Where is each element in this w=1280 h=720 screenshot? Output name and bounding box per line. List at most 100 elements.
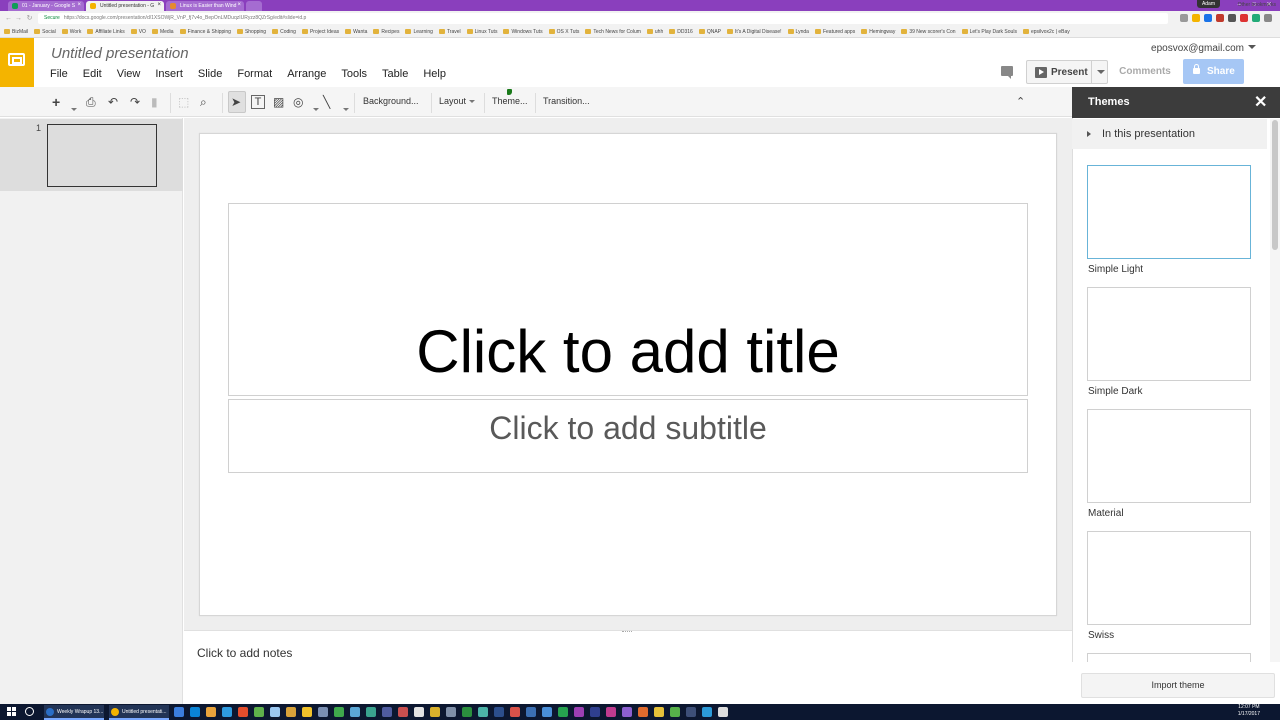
pinned-app-icon[interactable] <box>334 707 344 717</box>
background-button[interactable]: Background... <box>363 96 419 106</box>
in-this-presentation-label[interactable]: In this presentation <box>1102 128 1195 140</box>
zoom-icon[interactable]: ⌕ <box>200 94 207 110</box>
menu-table[interactable]: Table <box>382 67 416 81</box>
title-placeholder[interactable]: Click to add title <box>228 203 1028 396</box>
pinned-app-icon[interactable] <box>366 707 376 717</box>
slide-thumbnail[interactable] <box>47 124 157 187</box>
bookmark-item[interactable]: Work <box>61 29 81 35</box>
pinned-app-icon[interactable] <box>414 707 424 717</box>
bookmark-item[interactable]: Tech News for Colum <box>585 29 641 35</box>
theme-name[interactable]: Simple Light <box>1088 264 1143 275</box>
bookmark-item[interactable]: Linux Tuts <box>466 29 497 35</box>
windows-start-icon[interactable] <box>7 707 16 716</box>
shape-chevron-icon[interactable] <box>310 101 319 117</box>
pinned-app-icon[interactable] <box>206 707 216 717</box>
pinned-app-icon[interactable] <box>478 707 488 717</box>
comments-button[interactable]: Comments <box>1113 60 1177 84</box>
bookmark-item[interactable]: It's A Digital Disease! <box>726 29 782 35</box>
theme-card-swiss[interactable] <box>1087 531 1251 625</box>
pinned-app-icon[interactable] <box>590 707 600 717</box>
collapse-toolbar-icon[interactable]: ⌃ <box>1016 94 1025 110</box>
forward-icon[interactable]: → <box>14 14 23 23</box>
bookmark-item[interactable]: epsilvox2c | eBay <box>1022 29 1070 35</box>
extension-icon[interactable] <box>1204 14 1212 22</box>
menu-icon[interactable] <box>1264 14 1272 22</box>
bookmark-item[interactable]: Project Ideas <box>301 29 339 35</box>
search-icon[interactable] <box>25 707 34 716</box>
close-tab-icon[interactable]: × <box>77 2 81 8</box>
bookmark-item[interactable]: Learning <box>405 29 433 35</box>
new-slide-icon[interactable]: + <box>52 94 60 110</box>
pinned-app-icon[interactable] <box>526 707 536 717</box>
image-icon[interactable]: ▨ <box>273 94 284 110</box>
theme-card-simple-dark[interactable] <box>1087 287 1251 381</box>
print-icon[interactable]: ⎙ <box>86 94 96 110</box>
pinned-app-icon[interactable] <box>254 707 264 717</box>
pinned-app-icon[interactable] <box>174 707 184 717</box>
menu-edit[interactable]: Edit <box>83 67 110 81</box>
bookmark-item[interactable]: Hemingway <box>861 29 895 35</box>
line-chevron-icon[interactable] <box>340 101 349 117</box>
theme-card-simple-light[interactable] <box>1087 165 1251 259</box>
theme-name[interactable]: Simple Dark <box>1088 386 1142 397</box>
star-icon[interactable] <box>1192 14 1200 22</box>
bookmark-item[interactable]: Wanta <box>345 29 367 35</box>
other-bookmarks[interactable]: Other bookmarks <box>1238 2 1276 8</box>
transition-button[interactable]: Transition... <box>543 96 590 106</box>
pinned-app-icon[interactable] <box>558 707 568 717</box>
bookmark-item[interactable]: Social <box>34 29 56 35</box>
reload-icon[interactable]: ↻ <box>25 14 34 23</box>
close-tab-icon[interactable]: × <box>237 2 241 8</box>
extension-icon[interactable] <box>1252 14 1260 22</box>
shape-icon[interactable]: ◎ <box>293 94 303 110</box>
pinned-app-icon[interactable] <box>302 707 312 717</box>
new-slide-chevron-icon[interactable] <box>68 101 77 117</box>
bookmark-item[interactable]: Windows Tuts <box>503 29 543 35</box>
pinned-app-icon[interactable] <box>622 707 632 717</box>
redo-icon[interactable]: ↷ <box>130 94 140 110</box>
profile-chip[interactable]: Adam <box>1196 0 1220 8</box>
pinned-app-icon[interactable] <box>670 707 680 717</box>
pinned-app-icon[interactable] <box>222 707 232 717</box>
bookmark-item[interactable]: 39 New scorer's Con <box>901 29 956 35</box>
slides-logo-icon[interactable] <box>0 38 34 87</box>
pinned-app-icon[interactable] <box>606 707 616 717</box>
new-tab-button[interactable] <box>246 1 262 11</box>
bookmark-item[interactable]: uhh <box>646 29 663 35</box>
pinned-app-icon[interactable] <box>446 707 456 717</box>
subtitle-placeholder[interactable]: Click to add subtitle <box>228 399 1028 473</box>
browser-tab[interactable]: 01 - January - Google S × <box>8 1 84 11</box>
comment-history-icon[interactable] <box>1001 66 1013 79</box>
present-options-chevron-icon[interactable] <box>1097 70 1105 74</box>
pinned-app-icon[interactable] <box>494 707 504 717</box>
expand-arrow-icon[interactable] <box>1087 131 1091 137</box>
zoom-icon[interactable] <box>1180 14 1188 22</box>
document-title[interactable]: Untitled presentation <box>51 45 189 62</box>
close-icon[interactable]: ✕ <box>1254 95 1267 111</box>
system-clock[interactable]: 12:07 PM 1/17/2017 <box>1238 704 1260 718</box>
bookmark-item[interactable]: Recipes <box>373 29 399 35</box>
menu-help[interactable]: Help <box>423 67 454 81</box>
fit-icon[interactable]: ⬚ <box>178 94 189 110</box>
pinned-app-icon[interactable] <box>350 707 360 717</box>
menu-arrange[interactable]: Arrange <box>287 67 334 81</box>
pinned-app-icon[interactable] <box>702 707 712 717</box>
extension-icon[interactable] <box>1216 14 1224 22</box>
bookmark-item[interactable]: Let's Play Dark Souls <box>961 29 1017 35</box>
pinned-app-icon[interactable] <box>686 707 696 717</box>
theme-button[interactable]: Theme... <box>492 96 528 106</box>
bookmark-item[interactable]: Featured apps <box>814 29 855 35</box>
share-button[interactable]: Share <box>1183 59 1244 84</box>
bookmark-item[interactable]: Lynda <box>787 29 809 35</box>
bookmark-item[interactable]: Affiliate Links <box>87 29 125 35</box>
paint-format-icon[interactable]: ▮ <box>151 94 158 110</box>
notes-resize-handle[interactable] <box>622 631 632 634</box>
taskbar-app[interactable]: Weekly Wrapup 13... <box>44 705 104 720</box>
pinned-app-icon[interactable] <box>270 707 280 717</box>
bookmark-item[interactable]: QNAP <box>698 29 721 35</box>
pinned-app-icon[interactable] <box>718 707 728 717</box>
menu-tools[interactable]: Tools <box>341 67 375 81</box>
pinned-app-icon[interactable] <box>286 707 296 717</box>
pinned-app-icon[interactable] <box>238 707 248 717</box>
theme-name[interactable]: Material <box>1088 508 1124 519</box>
